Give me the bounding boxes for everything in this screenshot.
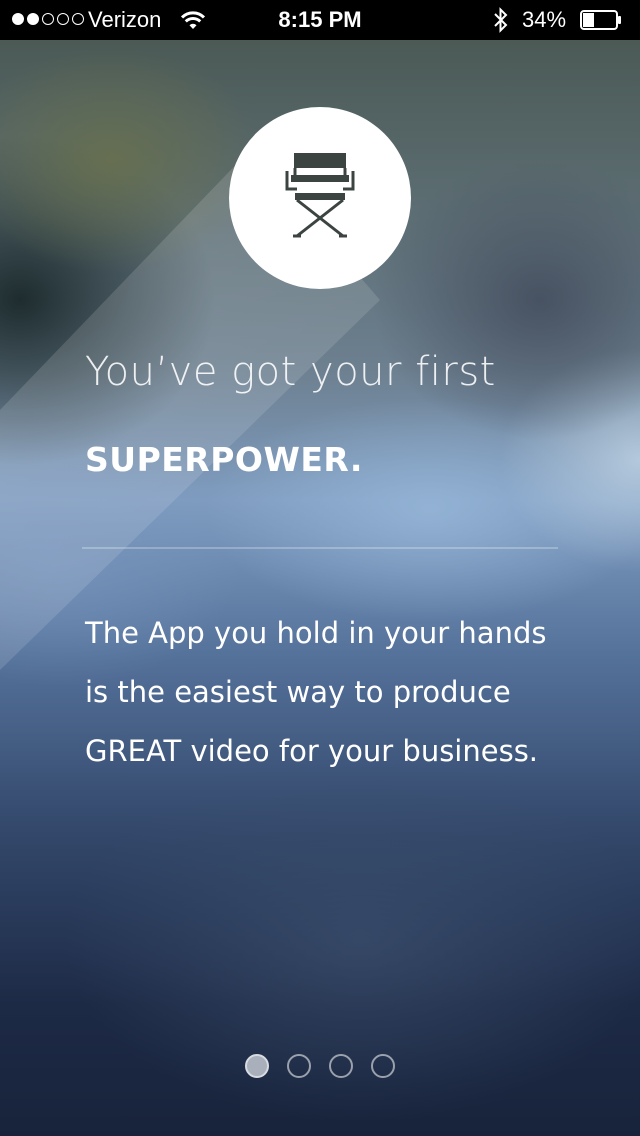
divider — [82, 547, 558, 549]
page-dot-3[interactable] — [329, 1054, 353, 1078]
page-indicator[interactable] — [0, 1054, 640, 1078]
bluetooth-icon — [492, 7, 510, 39]
onboarding-description: The App you hold in your hands is the ea… — [85, 616, 547, 768]
battery-fill — [583, 13, 594, 27]
onboarding-subhead: SUPERPOWER. — [85, 440, 363, 479]
page-dot-2[interactable] — [287, 1054, 311, 1078]
status-bar: Verizon 8:15 PM 34% — [0, 0, 640, 40]
feature-badge — [229, 107, 411, 289]
battery-percentage: 34% — [522, 7, 567, 32]
onboarding-screen: Verizon 8:15 PM 34% You’ve got your firs… — [0, 0, 640, 1136]
page-dot-1[interactable] — [245, 1054, 269, 1078]
page-dot-4[interactable] — [371, 1054, 395, 1078]
battery-icon — [580, 10, 622, 30]
onboarding-headline: You’ve got your first — [85, 349, 496, 395]
directors-chair-icon — [285, 151, 355, 245]
